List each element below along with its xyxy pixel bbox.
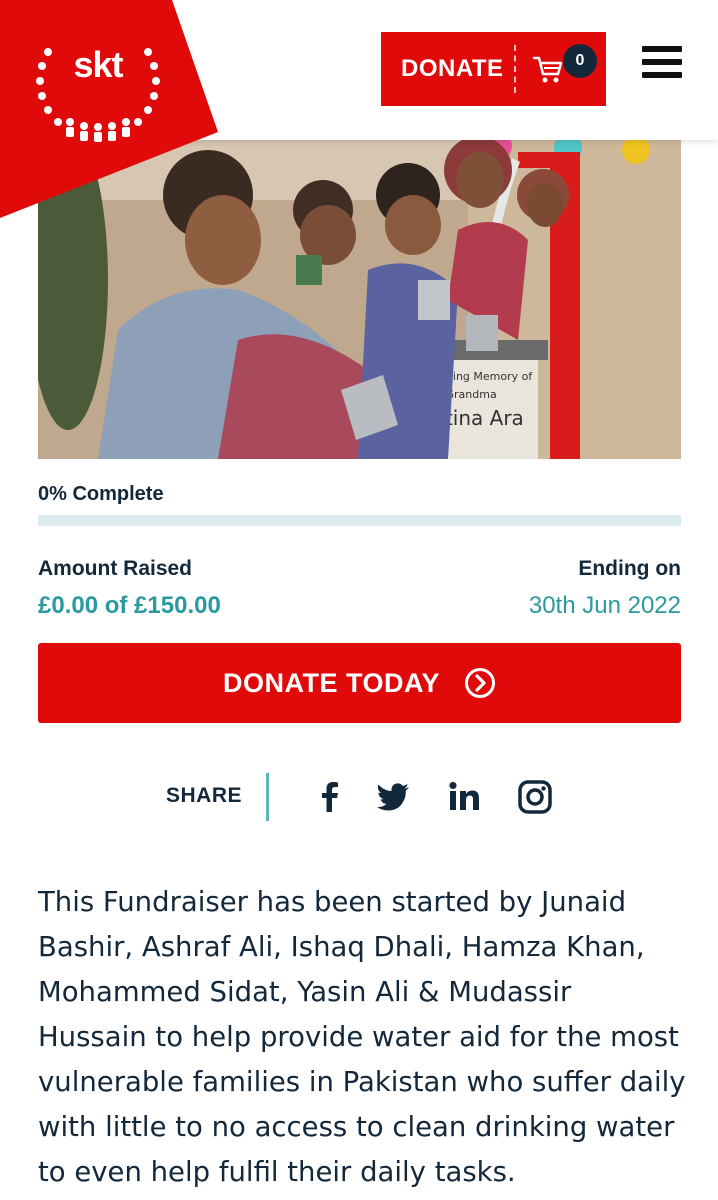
twitter-icon[interactable]: [374, 778, 412, 816]
progress-bar: [38, 515, 681, 526]
progress-label: 0% Complete: [38, 483, 164, 505]
chevron-circle-right-icon: [465, 668, 496, 698]
cart-count-badge: 0: [563, 44, 597, 78]
facebook-icon[interactable]: [311, 778, 349, 816]
amount-raised-value: £0.00 of £150.00: [38, 592, 221, 619]
linkedin-icon[interactable]: [445, 778, 483, 816]
hamburger-menu-icon[interactable]: [642, 46, 682, 78]
ending-date-value: 30th Jun 2022: [528, 592, 681, 619]
donate-today-label: DONATE TODAY: [222, 667, 441, 698]
amount-raised-label: Amount Raised: [38, 557, 193, 580]
cart-icon[interactable]: [531, 52, 565, 86]
divider: [514, 45, 516, 93]
logo-text: skt: [73, 44, 123, 85]
menu-bar: [642, 72, 682, 78]
instagram-icon[interactable]: [516, 778, 554, 816]
donate-label: DONATE: [401, 55, 504, 82]
menu-bar: [642, 46, 682, 52]
header-donate-button[interactable]: DONATE 0: [381, 32, 606, 106]
menu-bar: [642, 59, 682, 65]
logo[interactable]: [0, 0, 220, 218]
share-divider: [266, 773, 269, 821]
fundraiser-description: This Fundraiser has been started by Juna…: [38, 886, 686, 1188]
ending-on-label: Ending on: [578, 557, 681, 580]
donate-today-button[interactable]: DONATE TODAY: [38, 643, 681, 723]
share-label: SHARE: [166, 784, 243, 807]
